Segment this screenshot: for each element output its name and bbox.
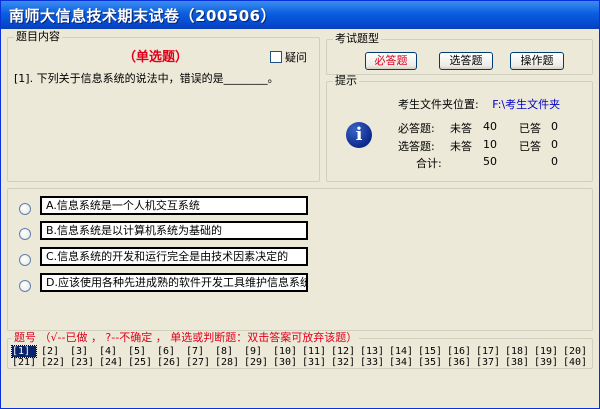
operation-questions-button[interactable]: 操作题 <box>510 52 564 70</box>
question-number-link[interactable]: [6] <box>157 346 181 357</box>
question-number-link[interactable]: [35] <box>418 357 442 368</box>
question-number-link[interactable]: [23] <box>70 357 94 368</box>
info-icon: i <box>346 122 372 148</box>
question-number-link[interactable]: [26] <box>157 357 181 368</box>
question-number-link[interactable]: [24] <box>99 357 123 368</box>
question-number-link[interactable]: [28] <box>215 357 239 368</box>
question-number-link[interactable]: [1] <box>11 345 37 358</box>
option-d[interactable]: D.应该使用各种先进成熟的软件开发工具维护信息系统 <box>40 273 308 292</box>
hint-panel: 提示 i 考生文件夹位置: F:\考生文件夹 必答题: 未答 40 已答 0 选… <box>326 75 593 182</box>
total-unanswered-count: 50 <box>483 155 497 168</box>
option-c-radio[interactable] <box>19 254 31 266</box>
question-number-link[interactable]: [36] <box>447 357 471 368</box>
question-number-link[interactable]: [20] <box>563 346 587 357</box>
question-number-link[interactable]: [4] <box>99 346 123 357</box>
question-panel: 题目内容 （单选题） 疑问 [1]. 下列关于信息系统的说法中，错误的是____… <box>7 31 320 182</box>
required-unanswered-label: 未答 <box>450 122 472 135</box>
optional-answered-label: 已答 <box>519 140 541 153</box>
question-panel-legend: 题目内容 <box>14 30 62 43</box>
total-answered-count: 0 <box>551 155 558 168</box>
question-number-link[interactable]: [38] <box>505 357 529 368</box>
option-d-radio[interactable] <box>19 280 31 292</box>
question-number-link[interactable]: [15] <box>418 346 442 357</box>
question-number-link[interactable]: [7] <box>186 346 210 357</box>
question-number-link[interactable]: [2] <box>41 346 65 357</box>
required-questions-button[interactable]: 必答题 <box>365 52 417 70</box>
folder-label: 考生文件夹位置: <box>398 98 479 111</box>
question-number-link[interactable]: [10] <box>273 346 297 357</box>
question-number-link[interactable]: [34] <box>389 357 413 368</box>
option-a[interactable]: A.信息系统是一个人机交互系统 <box>40 196 308 215</box>
question-number-link[interactable]: [8] <box>215 346 239 357</box>
option-a-radio[interactable] <box>19 203 31 215</box>
total-label: 合计: <box>416 157 442 170</box>
folder-path: F:\考生文件夹 <box>492 98 561 111</box>
title-bar[interactable]: 南师大信息技术期末试卷（200506） <box>1 1 599 29</box>
optional-count-label: 选答题: <box>398 140 435 153</box>
checkbox-box[interactable] <box>270 51 282 63</box>
answer-options-panel: A.信息系统是一个人机交互系统 B.信息系统是以计算机系统为基础的 C.信息系统… <box>7 188 593 331</box>
question-number-link[interactable]: [25] <box>128 357 152 368</box>
question-number-link[interactable]: [18] <box>505 346 529 357</box>
required-answered-label: 已答 <box>519 122 541 135</box>
question-number-link[interactable]: [3] <box>70 346 94 357</box>
option-b[interactable]: B.信息系统是以计算机系统为基础的 <box>40 221 308 240</box>
question-number-link[interactable]: [19] <box>534 346 558 357</box>
question-number-link[interactable]: [14] <box>389 346 413 357</box>
optional-answered-count: 0 <box>551 138 558 151</box>
question-number-link[interactable]: [29] <box>244 357 268 368</box>
optional-unanswered-label: 未答 <box>450 140 472 153</box>
question-type-panel: 考试题型 必答题 选答题 操作题 <box>326 33 593 75</box>
question-number-link[interactable]: [30] <box>273 357 297 368</box>
question-text: [1]. 下列关于信息系统的说法中，错误的是________。 <box>14 72 279 85</box>
question-number-link[interactable]: [17] <box>476 346 500 357</box>
required-answered-count: 0 <box>551 120 558 133</box>
question-nav-panel: 题号 （√--已做 ， ?--不确定 ， 单选或判断题：双击答案可放弃该题） [… <box>7 332 593 369</box>
option-c[interactable]: C.信息系统的开发和运行完全是由技术因素决定的 <box>40 247 308 266</box>
question-number-link[interactable]: [16] <box>447 346 471 357</box>
hint-panel-legend: 提示 <box>333 74 359 87</box>
window-title: 南师大信息技术期末试卷（200506） <box>9 7 277 25</box>
question-number-link[interactable]: [39] <box>534 357 558 368</box>
exam-window: 南师大信息技术期末试卷（200506） 题目内容 （单选题） 疑问 [1]. 下… <box>0 0 600 409</box>
question-number-link[interactable]: [31] <box>302 357 326 368</box>
optional-questions-button[interactable]: 选答题 <box>439 52 493 70</box>
folder-row: 考生文件夹位置: F:\考生文件夹 <box>398 96 560 112</box>
option-b-radio[interactable] <box>19 228 31 240</box>
nav-panel-legend: 题号 （√--已做 ， ?--不确定 ， 单选或判断题：双击答案可放弃该题） <box>12 331 360 344</box>
question-number-link[interactable]: [11] <box>302 346 326 357</box>
required-unanswered-count: 40 <box>483 120 497 133</box>
question-number-link[interactable]: [33] <box>360 357 384 368</box>
question-number-link[interactable]: [27] <box>186 357 210 368</box>
doubt-checkbox[interactable]: 疑问 <box>270 49 307 65</box>
doubt-label: 疑问 <box>285 51 307 64</box>
type-panel-legend: 考试题型 <box>333 32 381 45</box>
question-number-link[interactable]: [40] <box>563 357 587 368</box>
question-number-link[interactable]: [13] <box>360 346 384 357</box>
question-number-link[interactable]: [5] <box>128 346 152 357</box>
question-number-link[interactable]: [9] <box>244 346 268 357</box>
required-count-label: 必答题: <box>398 122 435 135</box>
question-number-link[interactable]: [12] <box>331 346 355 357</box>
optional-unanswered-count: 10 <box>483 138 497 151</box>
question-number-link[interactable]: [22] <box>41 357 65 368</box>
question-type-label: （单选题） <box>123 50 189 65</box>
question-number-link[interactable]: [32] <box>331 357 355 368</box>
question-number-link[interactable]: [37] <box>476 357 500 368</box>
question-number-link[interactable]: [21] <box>12 357 36 368</box>
